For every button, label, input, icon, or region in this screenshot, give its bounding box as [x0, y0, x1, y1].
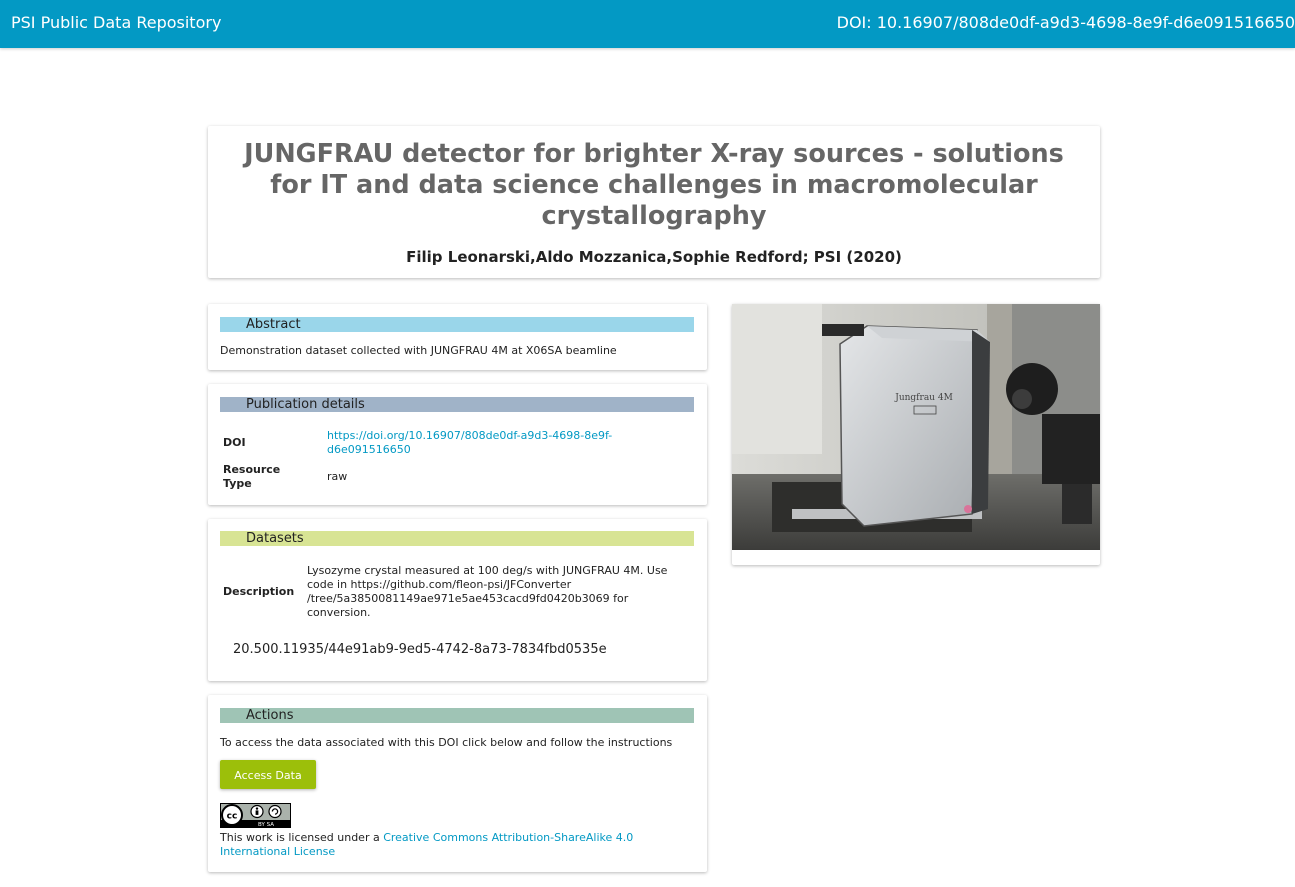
- doi-label: DOI: [223, 436, 246, 449]
- resource-type-label-line-2: Type: [223, 477, 252, 490]
- svg-text:cc: cc: [227, 812, 238, 822]
- doi-link-wrapper: https://doi.org/10.16907/808de0df-a9d3-4…: [327, 429, 612, 457]
- datasets-card: Datasets Description Lysozyme crystal me…: [208, 519, 707, 681]
- access-data-button[interactable]: Access Data: [220, 760, 316, 789]
- license-link-line-1: Creative Commons Attribution-ShareAlike …: [383, 831, 634, 844]
- doi-link[interactable]: https://doi.org/10.16907/808de0df-a9d3-4…: [327, 429, 612, 456]
- abstract-text: Demonstration dataset collected with JUN…: [220, 344, 617, 357]
- license-text: This work is licensed under a Creative C…: [220, 831, 690, 859]
- detector-label-text: Jungfrau 4M: [894, 393, 953, 403]
- description-line: conversion.: [307, 606, 371, 619]
- description-value: Lysozyme crystal measured at 100 deg/s w…: [307, 564, 692, 620]
- navbar-doi: DOI: 10.16907/808de0df-a9d3-4698-8e9f-d6…: [836, 13, 1295, 32]
- doi-link-line-1: https://doi.org/10.16907/808de0df-a9d3-4…: [327, 429, 613, 442]
- description-line: /tree/5a3850081149ae971e5ae453cacd9fd042…: [307, 592, 629, 605]
- abstract-card: Abstract Demonstration dataset collected…: [208, 304, 707, 370]
- cc-badge-text: BY SA: [258, 822, 274, 828]
- actions-card: Actions To access the data associated wi…: [208, 695, 707, 872]
- publication-details-heading: Publication details: [220, 397, 694, 412]
- top-navbar: PSI Public Data Repository DOI: 10.16907…: [0, 0, 1295, 48]
- license-prefix: This work is licensed under a: [220, 831, 384, 844]
- actions-heading: Actions: [220, 708, 694, 723]
- resource-type-label: Resource Type: [223, 463, 280, 491]
- doi-link-line-2: d6e091516650: [327, 443, 411, 456]
- datasets-heading: Datasets: [220, 531, 694, 546]
- description-line: code in https://github.com/fleon-psi/JFC…: [307, 578, 572, 591]
- authors-line: Filip Leonarski,Aldo Mozzanica,Sophie Re…: [406, 248, 902, 266]
- resource-type-value: raw: [327, 470, 348, 483]
- description-label: Description: [223, 585, 295, 598]
- page-title: JUNGFRAU detector for brighter X-ray sou…: [244, 139, 1064, 231]
- image-card: Jungfrau 4M: [732, 304, 1100, 565]
- dataset-handle: 20.500.11935/44e91ab9-9ed5-4742-8a73-783…: [233, 642, 607, 657]
- site-brand[interactable]: PSI Public Data Repository: [11, 13, 221, 32]
- publication-details-card: Publication details DOI https://doi.org/…: [208, 384, 707, 505]
- jungfrau-detector-photo: Jungfrau 4M: [732, 304, 1100, 550]
- title-card: JUNGFRAU detector for brighter X-ray sou…: [208, 126, 1100, 278]
- license-link-line-2: International License: [220, 845, 336, 858]
- actions-instructions: To access the data associated with this …: [220, 736, 673, 749]
- cc-by-sa-badge-icon[interactable]: cc BY SA: [220, 803, 291, 828]
- abstract-heading: Abstract: [220, 317, 694, 332]
- description-line: Lysozyme crystal measured at 100 deg/s w…: [307, 564, 668, 577]
- resource-type-label-line-1: Resource: [223, 463, 281, 476]
